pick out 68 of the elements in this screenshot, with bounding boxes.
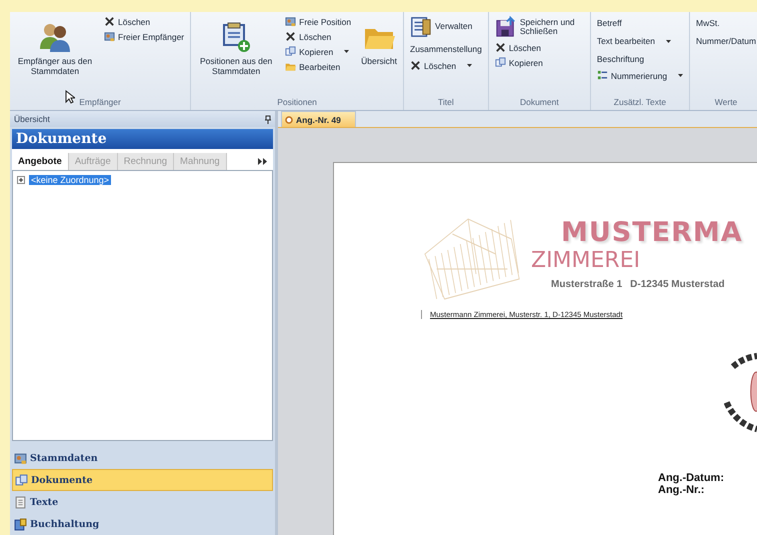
navigation-item[interactable]: Stammdaten bbox=[12, 447, 273, 469]
cross-icon bbox=[104, 16, 115, 27]
ribbon-button[interactable]: Nummer/Datum bbox=[694, 33, 757, 49]
ribbon-button[interactable]: Löschen bbox=[283, 30, 354, 43]
pin-icon[interactable] bbox=[265, 114, 271, 124]
card-icon bbox=[285, 16, 296, 27]
form-plus-icon bbox=[220, 21, 252, 53]
circle-icon bbox=[285, 116, 293, 124]
numbered-list-icon bbox=[596, 70, 608, 81]
caret-icon bbox=[344, 50, 350, 53]
document-tab[interactable]: Ang.-Nr. 49 bbox=[281, 111, 356, 127]
company-name: MUSTERMA bbox=[561, 217, 743, 248]
ribbon-button[interactable]: Freie Position bbox=[283, 15, 354, 28]
ribbon-button[interactable]: Positionen aus den Stammdaten bbox=[195, 15, 278, 78]
document-icon bbox=[14, 496, 27, 508]
cross-icon bbox=[285, 31, 296, 42]
ribbon-button[interactable]: Löschen bbox=[492, 41, 586, 54]
panel-title: Dokumente bbox=[12, 129, 273, 149]
pages-icon bbox=[494, 57, 506, 68]
people-icon bbox=[39, 21, 71, 53]
ribbon-button[interactable]: Empfänger aus den Stammdaten bbox=[14, 15, 96, 78]
ribbon-button[interactable]: Freier Empfänger bbox=[102, 30, 186, 43]
ribbon-button[interactable]: Zusammenstellung bbox=[408, 41, 484, 57]
folder-icon bbox=[285, 61, 296, 72]
ribbon-button[interactable]: Löschen bbox=[408, 59, 484, 72]
mouse-pointer-icon bbox=[65, 90, 75, 104]
ribbon-button[interactable]: Löschen bbox=[102, 15, 186, 28]
field-label: Ang.-Nr.: bbox=[658, 484, 706, 496]
ribbon-button[interactable]: Betreff bbox=[594, 15, 686, 31]
ledger-icon bbox=[14, 518, 27, 530]
ribbon-group-label: Positionen bbox=[277, 96, 317, 109]
tree-item[interactable]: <keine Zuordnung> bbox=[29, 175, 112, 185]
ribbon-button[interactable]: Verwalten bbox=[408, 15, 484, 39]
ribbon-button[interactable]: Kopieren bbox=[283, 45, 354, 58]
ribbon-button[interactable]: Text bearbeiten bbox=[594, 33, 686, 49]
ribbon-button[interactable]: Beschriftung bbox=[594, 51, 686, 67]
ribbon-group-label: Zusätzl. Texte bbox=[614, 96, 666, 109]
caret-icon bbox=[467, 64, 472, 67]
street-address: Musterstraße 1 bbox=[551, 279, 622, 290]
cross-icon bbox=[410, 60, 422, 71]
panel-header: Übersicht bbox=[14, 114, 50, 124]
navigation-item[interactable]: Texte bbox=[12, 491, 273, 513]
ribbon-button[interactable]: Übersicht bbox=[359, 15, 400, 68]
card-icon bbox=[14, 452, 27, 464]
caret-icon bbox=[678, 74, 684, 77]
card-icon bbox=[104, 31, 115, 42]
ribbon-button[interactable]: Nummerierung bbox=[594, 69, 686, 82]
city-address: D-12345 Musterstad bbox=[630, 279, 725, 290]
double-arrow-icon bbox=[258, 158, 267, 165]
navigation-item[interactable]: Buchhaltung bbox=[12, 513, 273, 535]
field-label: Ang.-Datum: bbox=[658, 472, 724, 484]
ribbon-button[interactable]: Kopieren bbox=[492, 56, 586, 69]
list-icon bbox=[410, 16, 432, 38]
ribbon-group-label: Dokument bbox=[520, 96, 559, 109]
caret-icon bbox=[666, 40, 671, 42]
company-subtitle: ZIMMEREI bbox=[531, 248, 642, 273]
pages-icon bbox=[285, 46, 296, 57]
ribbon-group-label: Titel bbox=[438, 96, 454, 109]
ribbon-group-label: Empfänger bbox=[79, 96, 121, 109]
expand-icon[interactable] bbox=[17, 176, 25, 184]
cross-icon bbox=[494, 42, 506, 53]
ribbon-button[interactable]: Bearbeiten bbox=[283, 60, 354, 73]
navigation-item[interactable]: Dokumente bbox=[12, 469, 273, 491]
pages-icon bbox=[15, 474, 28, 486]
ribbon-group-label: Werte bbox=[714, 96, 738, 109]
ribbon-button[interactable]: Speichern und Schließen bbox=[492, 15, 586, 39]
ribbon-button[interactable]: MwSt. bbox=[694, 15, 757, 31]
disk-icon bbox=[494, 16, 517, 38]
